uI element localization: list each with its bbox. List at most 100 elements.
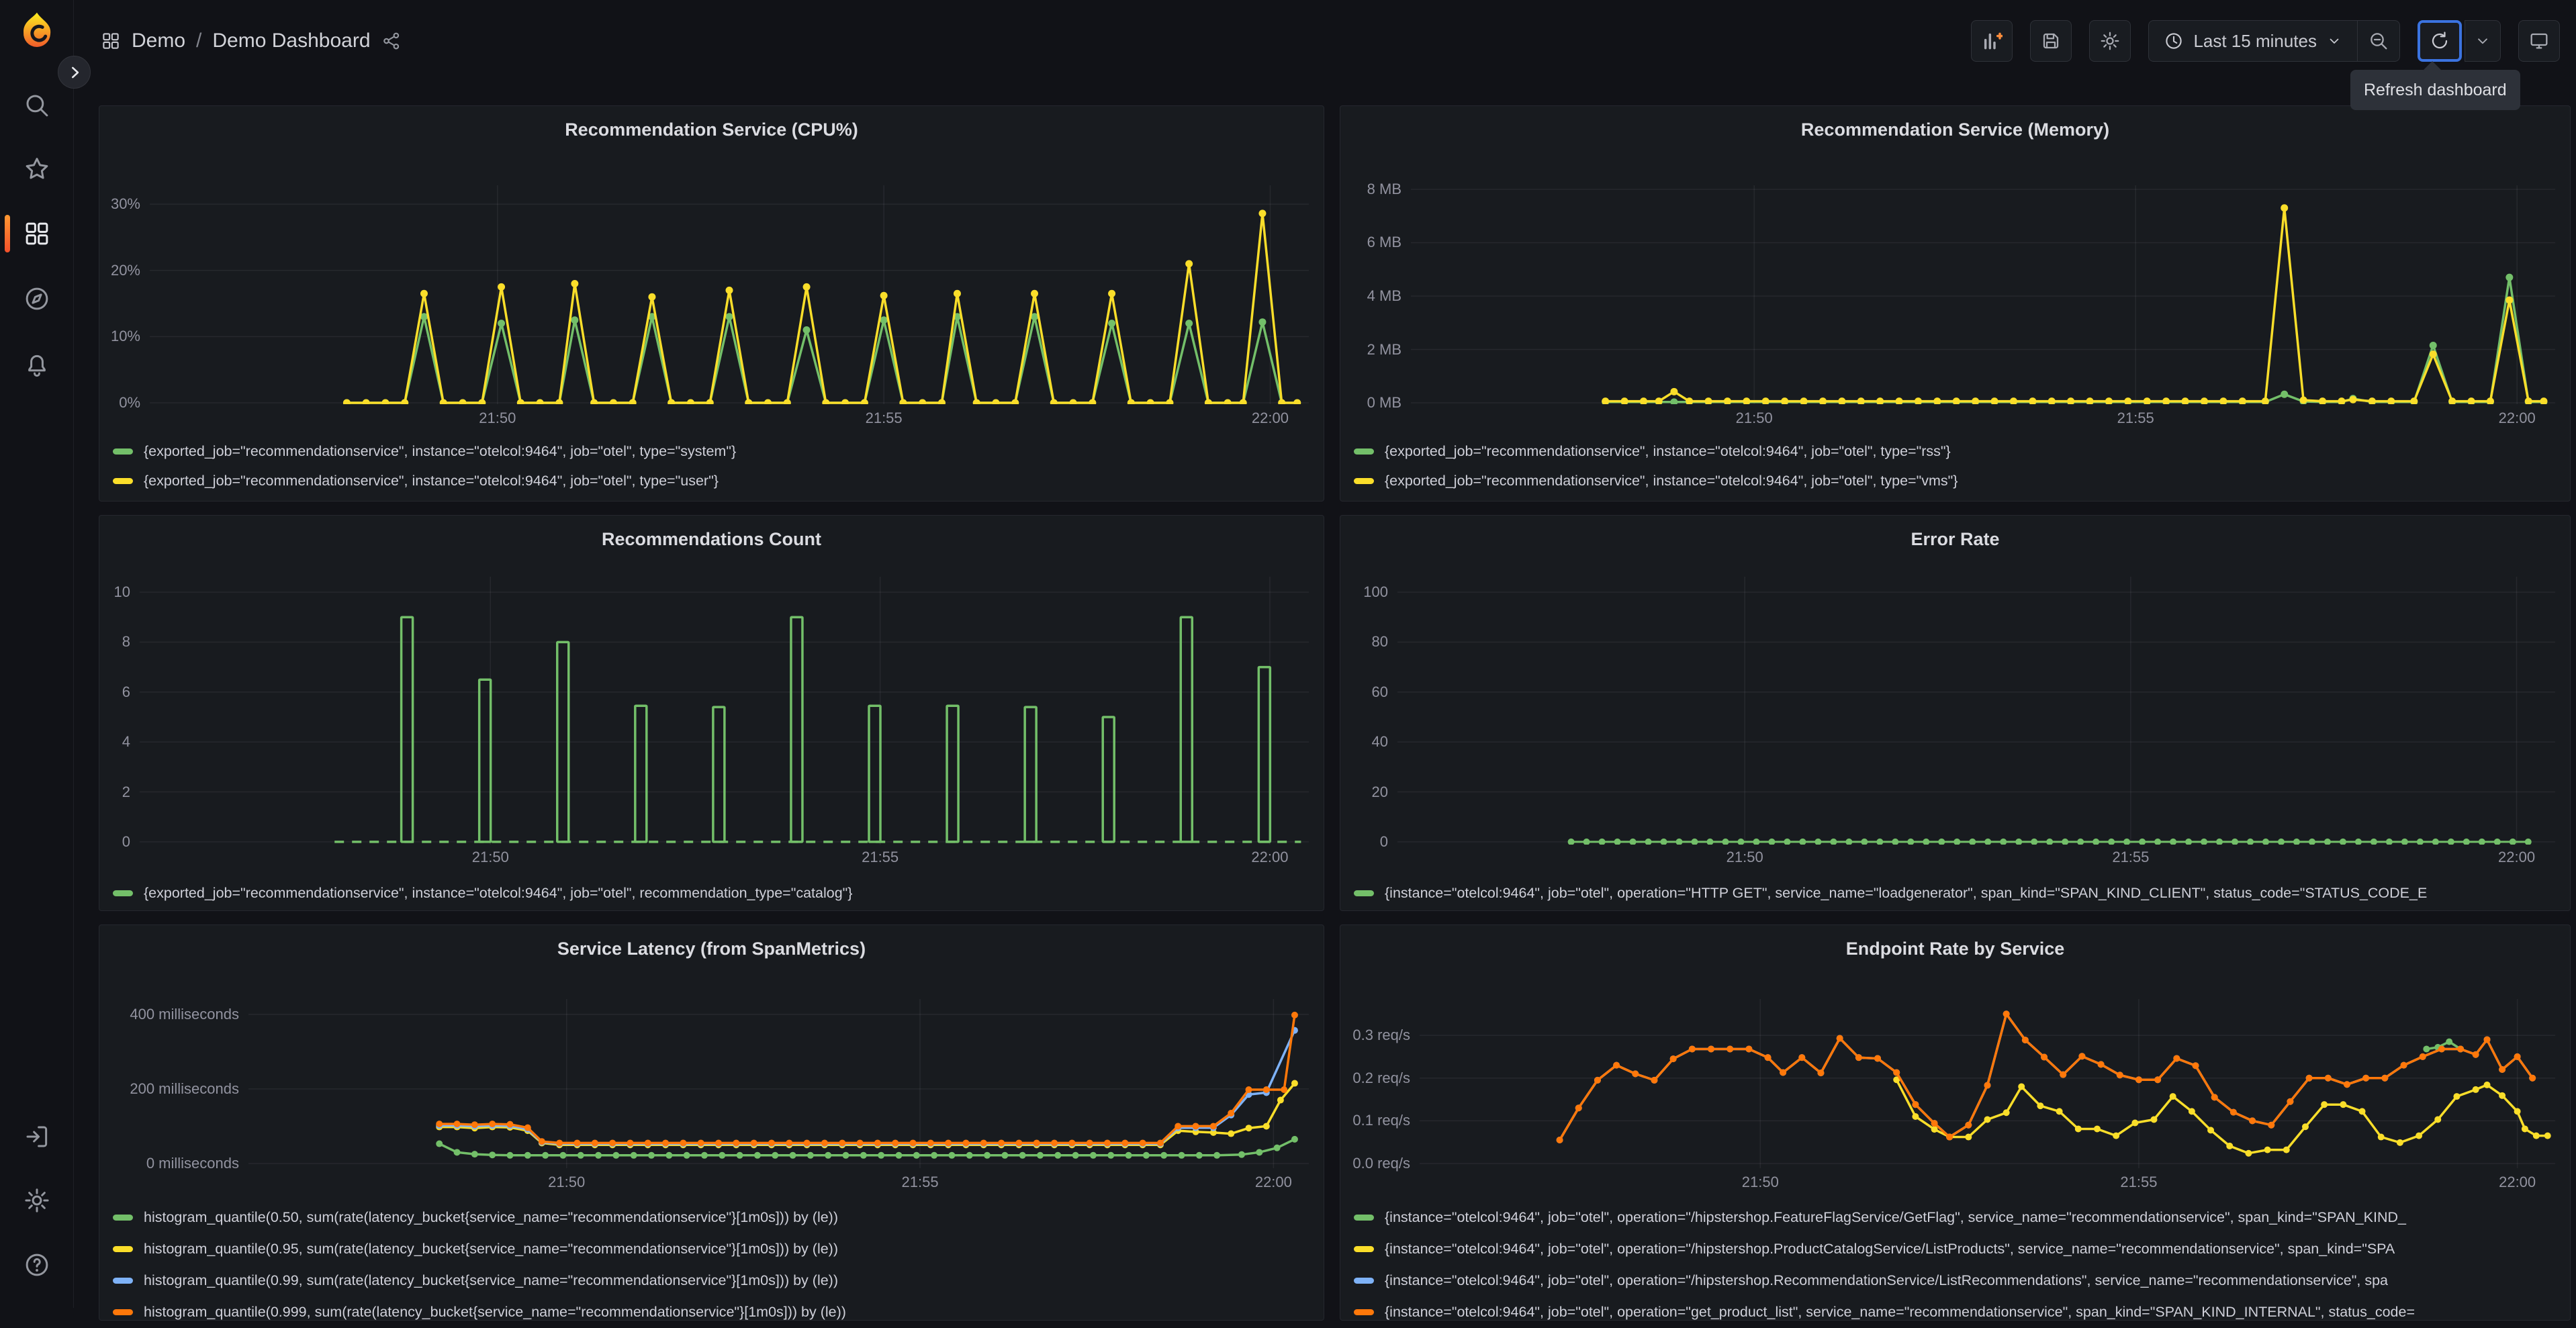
plot-area[interactable]: [248, 999, 1309, 1168]
legend-swatch: [113, 1278, 133, 1284]
count-chart[interactable]: 0 2 4 6 8 10 21:50 21:55 22:00: [99, 516, 1324, 910]
legend-item[interactable]: {instance="otelcol:9464", job="otel", op…: [1354, 878, 2562, 908]
plot-area[interactable]: [140, 577, 1309, 845]
y-axis-label: 8: [122, 633, 130, 651]
count-legend: {exported_job="recommendationservice", i…: [113, 878, 1316, 908]
latency-legend: histogram_quantile(0.50, sum(rate(latenc…: [113, 1202, 1316, 1328]
refresh-interval-dropdown[interactable]: [2465, 20, 2501, 62]
error-rate-legend: {instance="otelcol:9464", job="otel", op…: [1354, 878, 2562, 908]
time-range-label: Last 15 minutes: [2193, 30, 2317, 51]
x-axis-label: 21:55: [901, 1174, 939, 1190]
legend-label: histogram_quantile(0.99, sum(rate(latenc…: [144, 1272, 838, 1288]
gear-icon: [25, 1188, 49, 1213]
legend-item[interactable]: {instance="otelcol:9464", job="otel", op…: [1354, 1202, 2562, 1233]
sidebar-item-starred[interactable]: [0, 137, 74, 201]
y-axis-label: 0%: [119, 394, 140, 412]
cpu-legend: {exported_job="recommendationservice", i…: [113, 436, 1316, 495]
y-axis-label: 8 MB: [1367, 180, 1401, 197]
sidebar-item-alerting[interactable]: [0, 332, 74, 397]
y-axis-label: 100: [1363, 583, 1388, 601]
plot-area[interactable]: [1420, 999, 2555, 1168]
legend-item[interactable]: {exported_job="recommendationservice", i…: [113, 878, 1316, 908]
memory-legend: {exported_job="recommendationservice", i…: [1354, 436, 2562, 495]
save-dashboard-button[interactable]: [2030, 20, 2072, 62]
plot-area[interactable]: [150, 185, 1309, 407]
breadcrumb-separator: /: [196, 30, 202, 52]
cycle-view-mode-button[interactable]: [2518, 20, 2560, 62]
panel-recommendation-memory: Recommendation Service (Memory) 0 MB 2 MB…: [1340, 105, 2571, 502]
legend-label: {instance="otelcol:9464", job="otel", op…: [1385, 884, 2428, 901]
top-nav: Demo / Demo Dashboard Last 15 minutes: [74, 0, 2576, 82]
y-axis-label: 0.3 req/s: [1352, 1027, 1410, 1044]
refresh-dashboard-button[interactable]: [2418, 20, 2462, 62]
legend-item[interactable]: {exported_job="recommendationservice", i…: [1354, 466, 2562, 495]
x-axis-label: 21:50: [1735, 410, 1773, 426]
sidebar-item-dashboards[interactable]: [0, 201, 74, 266]
add-panel-button[interactable]: [1971, 20, 2013, 62]
legend-swatch: [1354, 448, 1374, 455]
plot-area[interactable]: [1411, 185, 2555, 406]
x-axis-label: 21:50: [548, 1174, 586, 1190]
apps-icon: [103, 33, 119, 49]
legend-label: histogram_quantile(0.50, sum(rate(latenc…: [144, 1209, 838, 1225]
plot-area[interactable]: [1397, 577, 2555, 845]
legend-label: {exported_job="recommendationservice", i…: [1385, 472, 1958, 489]
panel-recommendation-cpu: Recommendation Service (CPU%) 0% 10% 20% 30…: [99, 105, 1324, 502]
legend-item[interactable]: {exported_job="recommendationservice", i…: [113, 436, 1316, 466]
time-range-group: Last 15 minutes: [2148, 20, 2400, 62]
search-icon: [26, 95, 48, 117]
legend-item[interactable]: {instance="otelcol:9464", job="otel", op…: [1354, 1265, 2562, 1296]
sidebar-item-settings[interactable]: [0, 1168, 74, 1233]
breadcrumb-section[interactable]: Demo: [132, 30, 185, 52]
sidebar-item-sign-in[interactable]: [0, 1104, 74, 1169]
y-axis-label: 0: [1379, 833, 1388, 850]
time-range-picker[interactable]: Last 15 minutes: [2148, 20, 2357, 62]
x-axis-label: 22:00: [2498, 410, 2536, 426]
legend-item[interactable]: histogram_quantile(0.999, sum(rate(laten…: [113, 1296, 1316, 1328]
grafana-logo[interactable]: [17, 11, 56, 50]
expand-sidebar-button[interactable]: [58, 56, 91, 89]
legend-swatch: [1354, 477, 1374, 484]
legend-item[interactable]: {instance="otelcol:9464", job="otel", op…: [1354, 1296, 2562, 1328]
zoom-out-icon: [2371, 33, 2387, 50]
sidebar-item-help[interactable]: [0, 1233, 74, 1297]
endpoint-rate-legend: {instance="otelcol:9464", job="otel", op…: [1354, 1202, 2562, 1328]
y-axis-label: 60: [1371, 683, 1388, 700]
breadcrumb-page[interactable]: Demo Dashboard: [212, 30, 370, 52]
legend-swatch: [113, 477, 133, 484]
legend-item[interactable]: histogram_quantile(0.95, sum(rate(latenc…: [113, 1233, 1316, 1265]
legend-swatch: [1354, 890, 1374, 896]
error-rate-chart[interactable]: 0 20 40 60 80 100 21:50 21:55 22:00: [1340, 516, 2570, 910]
legend-item[interactable]: {exported_job="recommendationservice", i…: [1354, 436, 2562, 466]
x-axis-label: 22:00: [1251, 849, 1289, 865]
breadcrumb: Demo / Demo Dashboard: [101, 0, 402, 82]
legend-swatch: [113, 1215, 133, 1221]
x-axis-label: 21:55: [2112, 849, 2150, 865]
legend-label: histogram_quantile(0.95, sum(rate(latenc…: [144, 1241, 838, 1257]
x-axis-label: 21:50: [471, 849, 509, 865]
dashboard-settings-icon: [2101, 32, 2119, 50]
zoom-out-button[interactable]: [2357, 20, 2400, 62]
dashboard-toolbar: Last 15 minutes: [1971, 20, 2560, 62]
tooltip-arrow: [2423, 61, 2442, 70]
legend-label: {instance="otelcol:9464", job="otel", op…: [1385, 1241, 2395, 1257]
caret-down-icon: [2478, 38, 2487, 44]
x-axis-label: 21:55: [2117, 410, 2154, 426]
active-indicator: [5, 215, 10, 252]
share-icon[interactable]: [381, 31, 402, 51]
legend-label: {instance="otelcol:9464", job="otel", op…: [1385, 1209, 2406, 1225]
sidebar: [0, 0, 74, 1308]
legend-item[interactable]: {exported_job="recommendationservice", i…: [113, 466, 1316, 495]
y-axis-label: 10: [113, 583, 130, 601]
y-axis-label: 0.2 req/s: [1352, 1069, 1410, 1086]
dashboard-settings-button[interactable]: [2089, 20, 2131, 62]
sidebar-item-explore[interactable]: [0, 267, 74, 331]
kiosk-icon: [2530, 33, 2548, 49]
legend-item[interactable]: histogram_quantile(0.50, sum(rate(latenc…: [113, 1202, 1316, 1233]
legend-label: {instance="otelcol:9464", job="otel", op…: [1385, 1304, 2415, 1320]
legend-item[interactable]: histogram_quantile(0.99, sum(rate(latenc…: [113, 1265, 1316, 1296]
legend-swatch: [1354, 1246, 1374, 1252]
legend-item[interactable]: {instance="otelcol:9464", job="otel", op…: [1354, 1233, 2562, 1265]
legend-label: {exported_job="recommendationservice", i…: [144, 884, 853, 901]
y-axis-label: 30%: [110, 195, 140, 213]
